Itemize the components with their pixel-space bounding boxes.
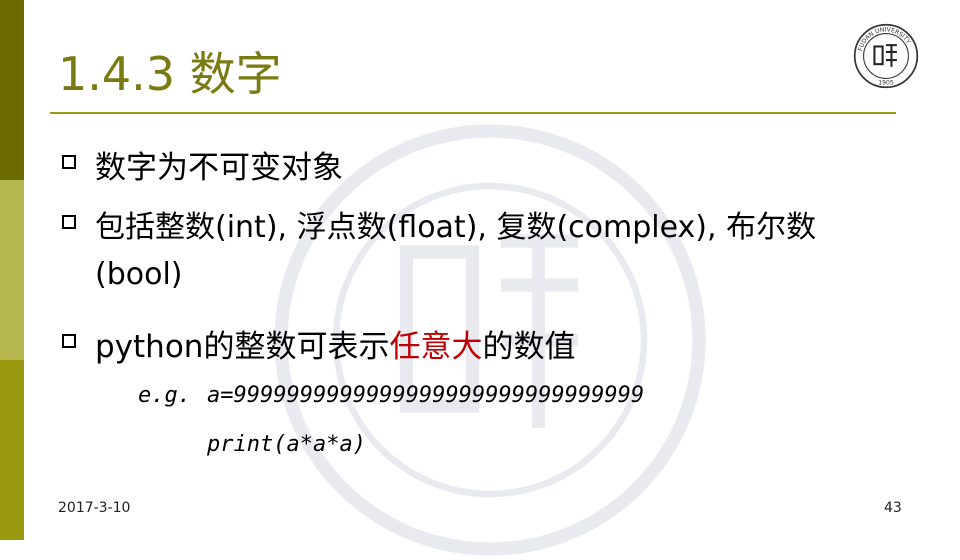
fudan-university-logo: FUDAN UNIVERSITY 1905 [853,23,919,89]
title-divider [50,112,896,114]
bullet-text-2-continuation: (bool) [95,257,183,292]
bullet-text-2: 包括整数(int), 浮点数(float), 复数(complex), 布尔数 [95,210,817,245]
sidebar-stripe-bottom [0,360,24,540]
bullet-marker-2 [62,215,76,229]
bullet-marker-1 [62,155,76,169]
footer-page-number: 43 [884,500,902,516]
bullet-marker-3 [62,334,76,348]
bullet-text-3-before: python的整数可表示 [95,329,390,365]
example-code-line-2: print(a*a*a) [207,432,366,457]
footer-date: 2017-3-10 [58,500,131,516]
example-label: e.g. [138,383,191,408]
bullet-text-3: python的整数可表示任意大的数值 [95,321,575,366]
slide-title: 1.4.3 数字 [58,47,282,101]
sidebar-stripe-middle [0,180,24,360]
sidebar-stripe-top [0,0,24,180]
bullet-text-1: 数字为不可变对象 [95,150,343,186]
example-code-line-1: a=9999999999999999999999999999999 [207,383,645,408]
logo-year: 1905 [878,80,894,87]
bullet-text-3-after: 的数值 [482,329,576,365]
bullet-text-3-highlight: 任意大 [389,329,483,365]
